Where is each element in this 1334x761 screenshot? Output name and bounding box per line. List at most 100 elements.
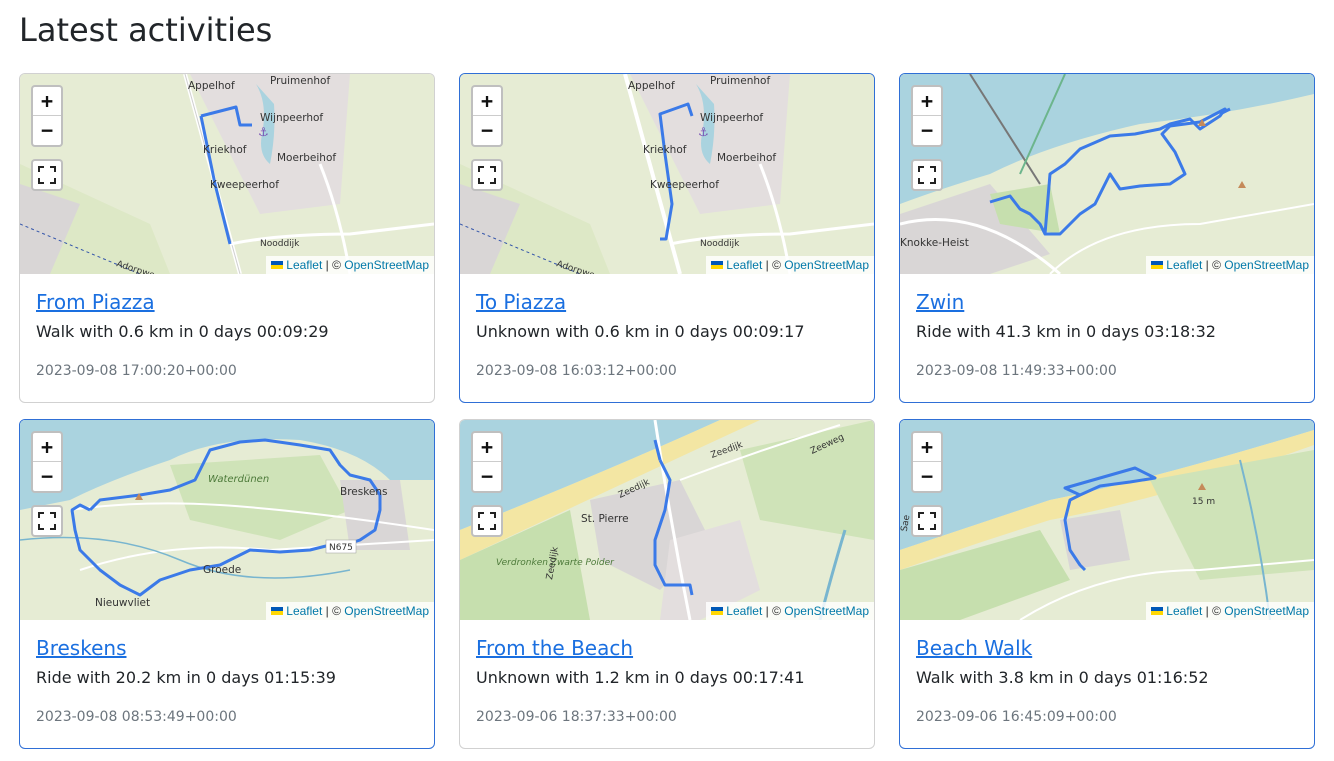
map-tiles: ⚓ Appelhof Pruimenhof Wijnpeerhof Kriekh… (20, 74, 434, 274)
zoom-out-button[interactable]: − (33, 462, 61, 491)
activity-description: Ride with 20.2 km in 0 days 01:15:39 (36, 668, 336, 687)
map-label: Moerbeihof (277, 152, 336, 164)
fullscreen-icon (918, 166, 936, 184)
zoom-in-button[interactable]: + (473, 87, 501, 116)
activity-title-link[interactable]: From the Beach (476, 634, 858, 662)
activity-description: Walk with 3.8 km in 0 days 01:16:52 (916, 668, 1209, 687)
ukraine-flag-icon (271, 607, 284, 615)
map-label: Breskens (340, 486, 388, 498)
openstreetmap-link[interactable]: OpenStreetMap (784, 604, 869, 618)
map-tiles: Waterdünen Breskens N675 Groede Nieuwvli… (20, 420, 434, 620)
zoom-out-button[interactable]: − (473, 116, 501, 145)
leaflet-link[interactable]: Leaflet (286, 604, 322, 618)
map-label: Nooddijk (700, 239, 740, 249)
map-label: Pruimenhof (270, 75, 330, 87)
fullscreen-button[interactable] (31, 505, 63, 537)
map-label: Groede (203, 564, 241, 576)
map-tiles: Knokke-Heist (900, 74, 1314, 274)
map-label: 15 m (1192, 497, 1215, 507)
map-tiles: Zeeweg Zeedijk Zeedijk St. Pierre Verdro… (460, 420, 874, 620)
activity-map[interactable]: Knokke-Heist + − Leaflet | © OpenStreetM… (900, 74, 1314, 274)
ukraine-flag-icon (711, 261, 724, 269)
activity-map[interactable]: 15 m Sae + − Leaflet | © OpenStreetMap (900, 420, 1314, 620)
map-label: Appelhof (188, 80, 235, 92)
activity-description: Unknown with 1.2 km in 0 days 00:17:41 (476, 668, 805, 687)
zoom-out-button[interactable]: − (473, 462, 501, 491)
fullscreen-icon (478, 166, 496, 184)
leaflet-link[interactable]: Leaflet (726, 258, 762, 272)
map-label: N675 (329, 543, 353, 553)
map-label: Wijnpeerhof (700, 112, 763, 124)
map-attribution: Leaflet | © OpenStreetMap (1146, 602, 1314, 620)
openstreetmap-link[interactable]: OpenStreetMap (344, 604, 429, 618)
svg-text:⚓: ⚓ (698, 125, 709, 139)
map-label: Nieuwvliet (95, 597, 150, 609)
activity-map[interactable]: ⚓ Appelhof Pruimenhof Wijnpeerhof Kriekh… (20, 74, 434, 274)
zoom-in-button[interactable]: + (913, 433, 941, 462)
openstreetmap-link[interactable]: OpenStreetMap (784, 258, 869, 272)
leaflet-link[interactable]: Leaflet (726, 604, 762, 618)
map-label: Kriekhof (203, 144, 247, 156)
activity-card: Waterdünen Breskens N675 Groede Nieuwvli… (19, 419, 435, 749)
zoom-control: + − (471, 85, 503, 147)
activity-timestamp: 2023-09-08 11:49:33+00:00 (916, 363, 1117, 379)
zoom-out-button[interactable]: − (913, 462, 941, 491)
zoom-out-button[interactable]: − (33, 116, 61, 145)
activity-grid: ⚓ Appelhof Pruimenhof Wijnpeerhof Kriekh… (19, 73, 1315, 749)
activity-card: ⚓ Appelhof Pruimenhof Wijnpeerhof Kriekh… (19, 73, 435, 403)
zoom-out-button[interactable]: − (913, 116, 941, 145)
openstreetmap-link[interactable]: OpenStreetMap (1224, 604, 1309, 618)
activity-card: 15 m Sae + − Leaflet | © OpenStreetMap B… (899, 419, 1315, 749)
activity-timestamp: 2023-09-06 18:37:33+00:00 (476, 709, 677, 725)
map-tiles: ⚓ Appelhof Pruimenhof Wijnpeerhof Kriekh… (460, 74, 874, 274)
activity-title-link[interactable]: From Piazza (36, 288, 418, 316)
zoom-in-button[interactable]: + (913, 87, 941, 116)
activity-map[interactable]: Zeeweg Zeedijk Zeedijk St. Pierre Verdro… (460, 420, 874, 620)
map-label: Wijnpeerhof (260, 112, 323, 124)
zoom-in-button[interactable]: + (33, 433, 61, 462)
openstreetmap-link[interactable]: OpenStreetMap (1224, 258, 1309, 272)
map-attribution: Leaflet | © OpenStreetMap (706, 256, 874, 274)
activity-description: Unknown with 0.6 km in 0 days 00:09:17 (476, 322, 805, 341)
activity-timestamp: 2023-09-08 17:00:20+00:00 (36, 363, 237, 379)
ukraine-flag-icon (1151, 607, 1164, 615)
activity-title-link[interactable]: To Piazza (476, 288, 858, 316)
activity-title-link[interactable]: Breskens (36, 634, 418, 662)
fullscreen-button[interactable] (911, 505, 943, 537)
zoom-control: + − (31, 85, 63, 147)
activity-card: Zeeweg Zeedijk Zeedijk St. Pierre Verdro… (459, 419, 875, 749)
activity-card: Knokke-Heist + − Leaflet | © OpenStreetM… (899, 73, 1315, 403)
zoom-in-button[interactable]: + (33, 87, 61, 116)
zoom-in-button[interactable]: + (473, 433, 501, 462)
leaflet-link[interactable]: Leaflet (286, 258, 322, 272)
activity-description: Walk with 0.6 km in 0 days 00:09:29 (36, 322, 329, 341)
activity-timestamp: 2023-09-08 16:03:12+00:00 (476, 363, 677, 379)
fullscreen-button[interactable] (471, 159, 503, 191)
map-label: Moerbeihof (717, 152, 776, 164)
map-label: Nooddijk (260, 239, 300, 249)
fullscreen-button[interactable] (471, 505, 503, 537)
ukraine-flag-icon (271, 261, 284, 269)
activity-map[interactable]: ⚓ Appelhof Pruimenhof Wijnpeerhof Kriekh… (460, 74, 874, 274)
fullscreen-button[interactable] (31, 159, 63, 191)
fullscreen-icon (918, 512, 936, 530)
map-attribution: Leaflet | © OpenStreetMap (266, 602, 434, 620)
activity-description: Ride with 41.3 km in 0 days 03:18:32 (916, 322, 1216, 341)
leaflet-link[interactable]: Leaflet (1166, 258, 1202, 272)
activity-timestamp: 2023-09-08 08:53:49+00:00 (36, 709, 237, 725)
fullscreen-icon (478, 512, 496, 530)
map-attribution: Leaflet | © OpenStreetMap (1146, 256, 1314, 274)
fullscreen-button[interactable] (911, 159, 943, 191)
svg-text:⚓: ⚓ (258, 125, 269, 139)
map-label: Knokke-Heist (900, 237, 969, 249)
zoom-control: + − (471, 431, 503, 493)
map-label: Pruimenhof (710, 75, 770, 87)
activity-title-link[interactable]: Zwin (916, 288, 1298, 316)
leaflet-link[interactable]: Leaflet (1166, 604, 1202, 618)
activity-title-link[interactable]: Beach Walk (916, 634, 1298, 662)
activity-card: ⚓ Appelhof Pruimenhof Wijnpeerhof Kriekh… (459, 73, 875, 403)
activity-map[interactable]: Waterdünen Breskens N675 Groede Nieuwvli… (20, 420, 434, 620)
openstreetmap-link[interactable]: OpenStreetMap (344, 258, 429, 272)
map-label: Waterdünen (208, 474, 269, 485)
ukraine-flag-icon (1151, 261, 1164, 269)
